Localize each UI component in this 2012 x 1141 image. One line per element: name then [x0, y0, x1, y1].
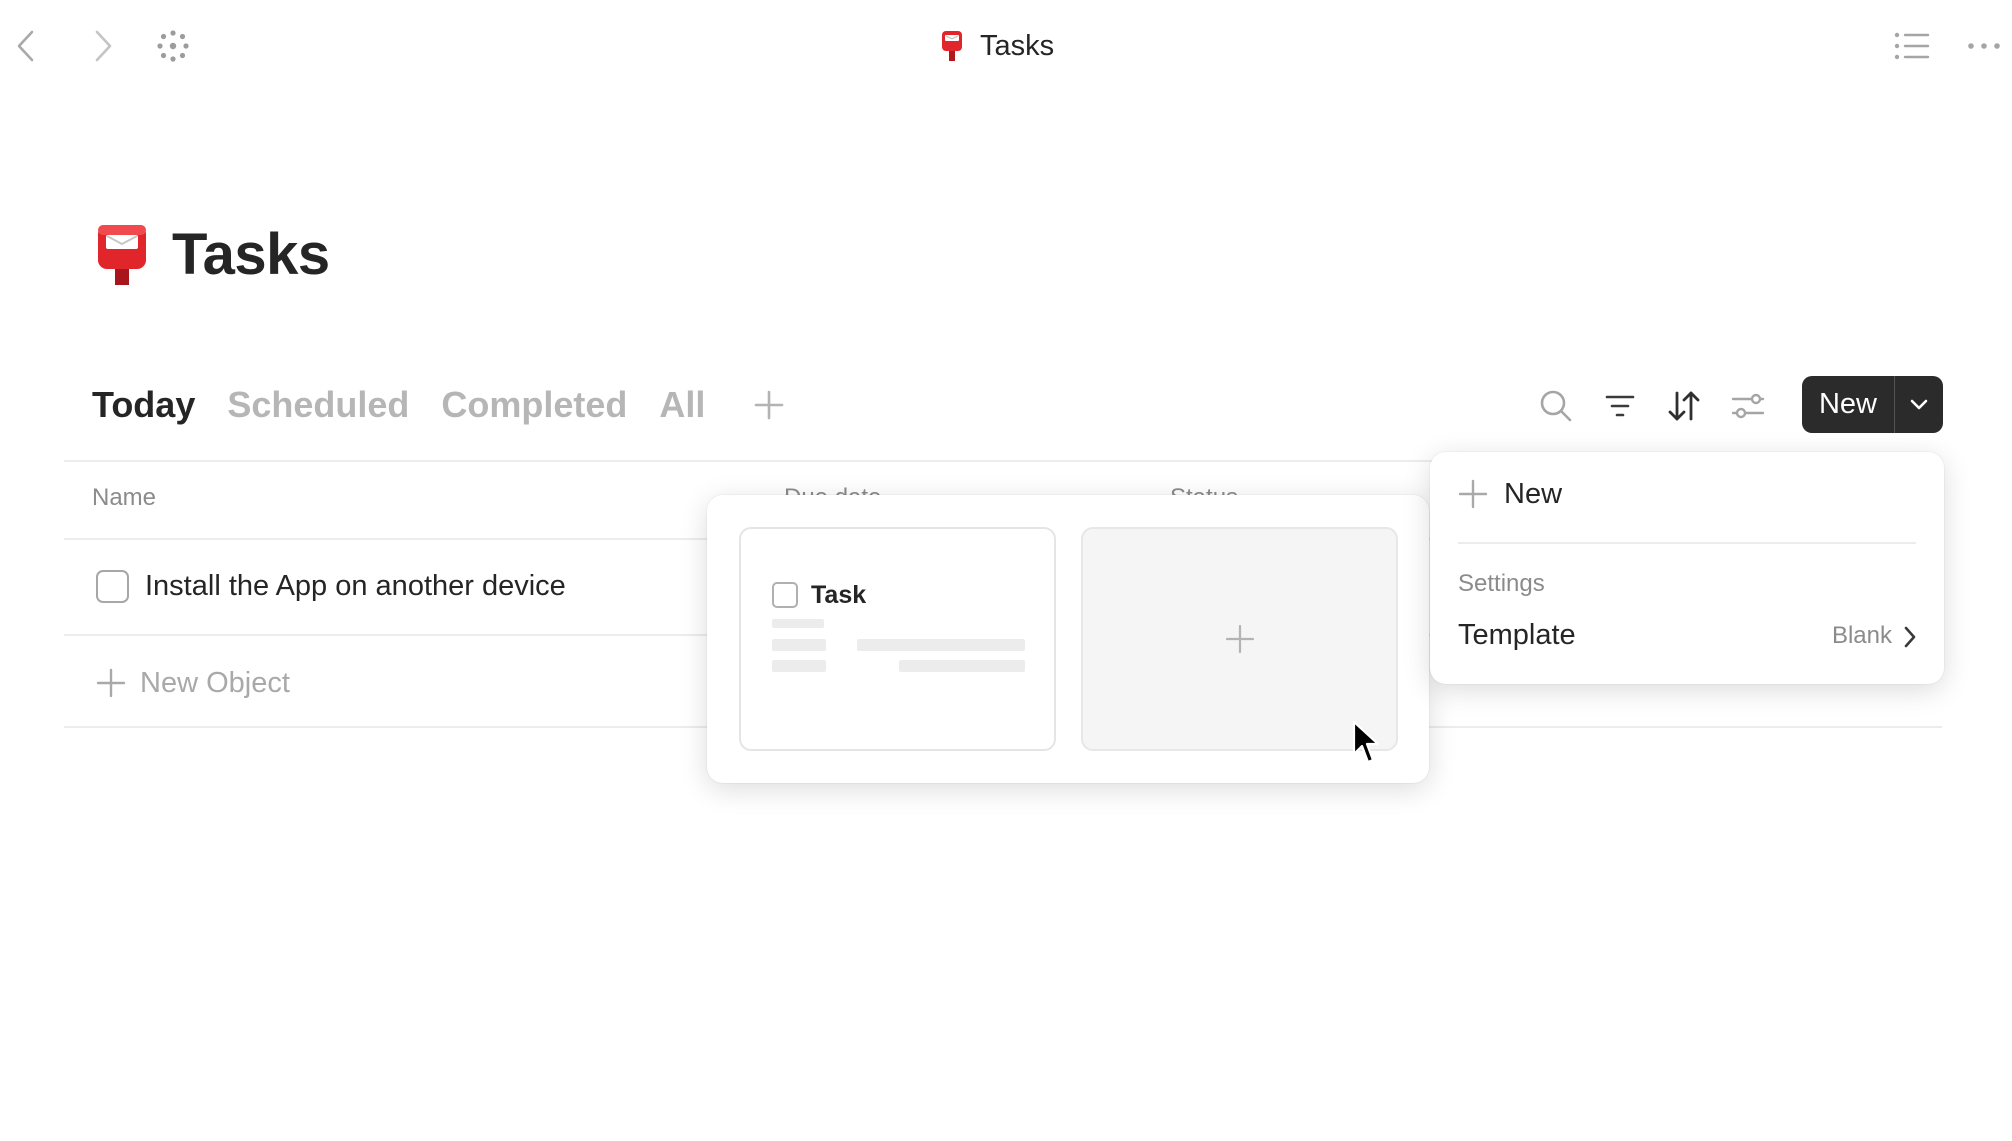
plus-icon [755, 390, 784, 420]
tab-today[interactable]: Today [92, 384, 195, 426]
search-icon [1540, 390, 1572, 422]
template-skeleton-line [772, 639, 826, 651]
view-tabs: Today Scheduled Completed All [92, 378, 789, 432]
tab-scheduled[interactable]: Scheduled [227, 384, 409, 426]
menu-template-label: Template [1458, 619, 1576, 651]
postbox-icon [98, 225, 146, 285]
plus-icon [1458, 479, 1488, 509]
chevron-right-icon [95, 30, 112, 62]
postbox-icon [942, 31, 962, 61]
plus-icon [96, 668, 126, 698]
new-button[interactable]: New [1802, 376, 1894, 433]
add-template-card[interactable] [1081, 527, 1398, 751]
window-title: Tasks [940, 26, 1054, 66]
mouse-cursor-icon [1352, 720, 1380, 764]
more-icon [1968, 43, 2000, 49]
menu-template-value: Blank [1831, 622, 1892, 649]
forward-button[interactable] [83, 26, 123, 66]
tab-completed[interactable]: Completed [441, 384, 627, 426]
template-skeleton-line [899, 660, 1025, 672]
toc-icon [1894, 32, 1930, 60]
template-checkbox [772, 582, 798, 608]
menu-new-label: New [1504, 477, 1563, 510]
menu-section-title: Settings [1458, 570, 1545, 597]
back-button[interactable] [6, 26, 46, 66]
add-view-button[interactable] [749, 385, 789, 425]
new-dropdown-button[interactable] [1895, 376, 1943, 433]
template-skeleton-line [857, 639, 1025, 651]
task-checkbox[interactable] [96, 570, 129, 603]
menu-divider [1458, 542, 1916, 544]
template-skeleton-line [772, 619, 824, 628]
view-toolbar [1536, 380, 1768, 432]
chevron-left-icon [17, 30, 34, 62]
toc-button[interactable] [1890, 26, 1934, 66]
new-object-button[interactable]: New Object [96, 666, 290, 700]
chevron-right-icon [1898, 623, 1922, 651]
graph-icon [157, 30, 189, 62]
sort-button[interactable] [1664, 386, 1704, 426]
menu-template-item[interactable]: Template Blank [1430, 615, 1944, 661]
more-button[interactable] [1962, 26, 2006, 66]
page-header: Tasks [94, 214, 330, 294]
chevron-down-icon [1910, 399, 1928, 409]
column-header-name[interactable]: Name [92, 484, 156, 512]
new-object-label: New Object [140, 666, 290, 699]
template-card-title: Task [811, 581, 867, 609]
template-card-task[interactable]: Task [739, 527, 1056, 751]
new-dropdown-menu: New Settings Template Blank [1430, 452, 1944, 684]
new-button-group: New [1802, 376, 1943, 433]
plus-icon [1225, 624, 1254, 654]
settings-icon [1731, 393, 1765, 419]
tab-all[interactable]: All [659, 384, 705, 426]
task-name[interactable]: Install the App on another device [145, 570, 566, 603]
sort-icon [1668, 391, 1700, 421]
search-button[interactable] [1536, 386, 1576, 426]
window-title-text: Tasks [980, 29, 1055, 62]
menu-new-item[interactable]: New [1458, 474, 1562, 514]
view-settings-button[interactable] [1728, 386, 1768, 426]
top-bar: Tasks [0, 0, 2012, 92]
template-skeleton-line [772, 660, 826, 672]
filter-button[interactable] [1600, 386, 1640, 426]
filter-icon [1605, 395, 1635, 417]
template-popover: Task [707, 495, 1429, 783]
graph-button[interactable] [153, 26, 193, 66]
page-title: Tasks [172, 221, 330, 287]
